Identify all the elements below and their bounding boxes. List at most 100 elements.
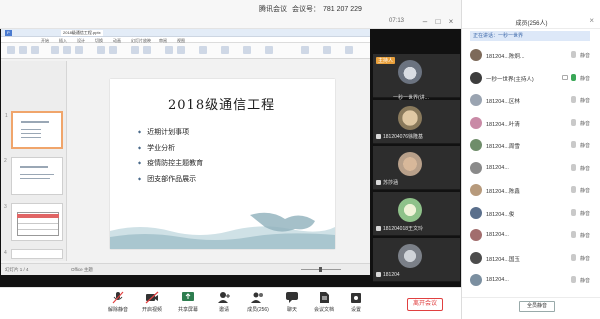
mic-icon[interactable] [571,276,576,283]
invite-button[interactable]: 邀请 [206,291,242,319]
chat-button[interactable]: 聊天 [274,291,310,319]
mute-participant-button[interactable]: 静音 [580,210,590,217]
avatar [470,206,482,219]
mic-icon[interactable] [571,231,576,238]
leave-meeting-button[interactable]: 离开会议 [407,298,443,311]
theme-name: Office 主题 [71,267,93,272]
mute-all-button[interactable]: 全员静音 [519,301,555,312]
zoom-slider-knob[interactable] [319,267,322,272]
ppt-file-tab: 2018级通信工程.pptx [61,30,103,36]
video-tile[interactable]: 181204018王文玲 [373,192,460,236]
participant-row[interactable]: 181204...俊 静音 [462,202,600,225]
mute-participant-button[interactable]: 静音 [580,255,590,262]
mute-participant-button[interactable]: 静音 [580,52,590,59]
participant-list: 181204...陈炯... 静音 一秒一世界(主持人) 静音 181204..… [462,44,600,292]
avatar [470,229,482,241]
mic-icon[interactable] [571,73,576,81]
slide-thumbnail[interactable]: 4 [4,249,63,259]
participants-panel: 成员(256人) × 正在讲话：一秒一世界 181204...陈炯... 静音 … [461,0,600,319]
participants-header: 成员(256人) × [462,0,600,29]
avatar [470,184,482,196]
mute-participant-button[interactable]: 静音 [580,165,590,172]
participant-row[interactable]: 181204...陈炯... 静音 [462,44,600,67]
invite-icon [218,292,230,303]
unmute-button[interactable]: 解除静音 [100,291,136,319]
mic-icon[interactable] [571,186,576,193]
host-badge: 主持人 [376,57,396,64]
mic-icon[interactable] [571,141,576,148]
settings-icon [351,293,361,303]
meeting-id-label: 会议号： [291,6,320,13]
participant-row[interactable]: 181204...叶清 静音 [462,112,600,135]
video-off-icon [145,291,159,304]
slide-wave-decoration [110,212,335,249]
document-icon [320,292,329,303]
close-icon[interactable]: × [446,17,456,27]
tile-caption: 181204018王文玲 [376,225,423,232]
avatar [470,251,482,264]
speaking-indicator: 正在讲话：一秒一世界 [470,31,590,41]
meeting-timer: 07:13 [389,18,405,24]
mute-participant-button[interactable]: 静音 [580,277,590,284]
mute-participant-button[interactable]: 静音 [580,232,590,239]
avatar [470,161,482,174]
video-tile[interactable]: 181204076徐隆基 [373,100,460,144]
video-feed [398,152,422,176]
slide-thumbnail[interactable]: 3 [4,203,63,241]
members-button[interactable]: 成员(256) [240,291,276,319]
participant-row[interactable]: 一秒一世界(主持人) 静音 [462,67,600,90]
participant-row[interactable]: 181204...国玉 静音 [462,247,600,270]
participants-title: 成员(256人) [515,21,548,27]
mic-icon[interactable] [571,163,576,171]
mic-icon[interactable] [571,253,576,261]
participant-row[interactable]: 181204...区林 静音 [462,89,600,112]
meeting-info-row: 07:13 – □ × [0,16,461,29]
participant-row[interactable]: 181204... 静音 [462,224,600,247]
maximize-icon[interactable]: □ [433,17,443,27]
video-feed [398,106,422,130]
chat-icon [286,292,298,303]
meeting-docs-button[interactable]: 会议文档 [306,291,342,319]
slide-bullets: 近期计划事项 学业分析 疫情防控主题教育 团支部作品展示 [138,127,203,189]
share-screen-icon [182,292,194,301]
ppt-ribbon [1,43,370,59]
mute-participant-button[interactable]: 静音 [580,97,590,104]
mic-icon[interactable] [571,51,576,58]
mute-participant-button[interactable]: 静音 [580,120,590,127]
avatar [470,116,482,129]
mic-icon[interactable] [571,208,576,216]
video-tile[interactable]: 苏莎涵 [373,146,460,190]
slide-thumbnail[interactable]: 1 [5,111,63,149]
slide-thumbnails: 1 2 3 4 [1,61,67,261]
participant-row[interactable]: 181204...陈鑫 静音 [462,179,600,202]
share-screen-button[interactable]: 共享屏幕 [170,291,206,319]
slide-thumbnail[interactable]: 2 [4,157,63,195]
avatar [470,49,482,61]
slide-bullet: 疫情防控主题教育 [138,158,203,168]
mic-icon [376,180,381,185]
camera-icon[interactable] [562,74,568,80]
close-panel-icon[interactable]: × [589,16,594,25]
mute-participant-button[interactable]: 静音 [580,187,590,194]
video-tile[interactable]: 181204 [373,238,460,282]
avatar [470,274,482,286]
participant-row[interactable]: 181204... 静音 [462,269,600,292]
settings-button[interactable]: 设置 [338,291,374,319]
title-bar: 腾讯会议 会议号： 781 207 229 [0,0,461,16]
slide-bullet: 近期计划事项 [138,127,203,137]
mute-participant-button[interactable]: 静音 [580,75,590,82]
start-video-button[interactable]: 开启视频 [134,291,170,319]
tile-caption: 181204 [376,272,400,278]
ppt-status-bar: 幻灯片 1 / 4 Office 主题 [1,263,370,275]
mute-participant-button[interactable]: 静音 [580,142,590,149]
participant-row[interactable]: 181204...周雪 静音 [462,134,600,157]
ppt-app-tab: P [5,30,12,36]
mic-icon[interactable] [571,118,576,126]
minimize-icon[interactable]: – [420,17,430,27]
ppt-titlebar: P 2018级通信工程.pptx [1,29,370,37]
app-name: 腾讯会议 [259,6,287,13]
mic-icon[interactable] [571,96,576,103]
participant-row[interactable]: 181204... 静音 [462,157,600,180]
video-tile[interactable]: 主持人 一秒一世界(讲... [373,54,460,101]
video-feed [398,244,422,268]
